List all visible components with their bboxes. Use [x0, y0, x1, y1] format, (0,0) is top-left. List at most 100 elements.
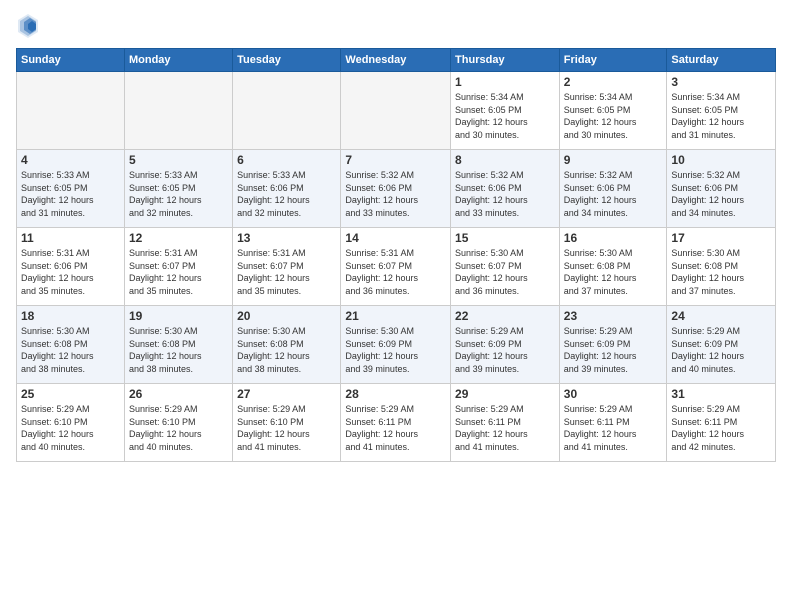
- calendar-cell: 18 Sunrise: 5:30 AM Sunset: 6:08 PM Dayli…: [17, 306, 125, 384]
- day-number: 30: [564, 387, 663, 401]
- calendar-header-thursday: Thursday: [451, 49, 560, 72]
- day-number: 24: [671, 309, 771, 323]
- calendar-week-row: 4 Sunrise: 5:33 AM Sunset: 6:05 PM Daylig…: [17, 150, 776, 228]
- day-info: Sunrise: 5:34 AM Sunset: 6:05 PM Dayligh…: [671, 91, 771, 141]
- calendar-cell: [233, 72, 341, 150]
- day-number: 29: [455, 387, 555, 401]
- day-info: Sunrise: 5:29 AM Sunset: 6:09 PM Dayligh…: [455, 325, 555, 375]
- calendar-cell: 8 Sunrise: 5:32 AM Sunset: 6:06 PM Daylig…: [451, 150, 560, 228]
- calendar-cell: 1 Sunrise: 5:34 AM Sunset: 6:05 PM Daylig…: [451, 72, 560, 150]
- calendar-cell: 30Sunrise: 5:29 AM Sunset: 6:11 PM Dayli…: [559, 384, 667, 462]
- calendar-header-saturday: Saturday: [667, 49, 776, 72]
- day-number: 19: [129, 309, 228, 323]
- day-number: 4: [21, 153, 120, 167]
- day-info: Sunrise: 5:29 AM Sunset: 6:09 PM Dayligh…: [671, 325, 771, 375]
- calendar-cell: 22 Sunrise: 5:29 AM Sunset: 6:09 PM Dayli…: [451, 306, 560, 384]
- day-number: 21: [345, 309, 446, 323]
- calendar-cell: [17, 72, 125, 150]
- day-info: Sunrise: 5:29 AM Sunset: 6:11 PM Dayligh…: [455, 403, 555, 453]
- calendar-cell: 14Sunrise: 5:31 AM Sunset: 6:07 PM Dayli…: [341, 228, 451, 306]
- calendar-week-row: 11 Sunrise: 5:31 AM Sunset: 6:06 PM Dayli…: [17, 228, 776, 306]
- day-info: Sunrise: 5:30 AM Sunset: 6:08 PM Dayligh…: [21, 325, 120, 375]
- calendar-cell: 12 Sunrise: 5:31 AM Sunset: 6:07 PM Dayli…: [124, 228, 232, 306]
- day-info: Sunrise: 5:32 AM Sunset: 6:06 PM Dayligh…: [345, 169, 446, 219]
- day-number: 13: [237, 231, 336, 245]
- day-info: Sunrise: 5:29 AM Sunset: 6:11 PM Dayligh…: [345, 403, 446, 453]
- day-number: 15: [455, 231, 555, 245]
- calendar-cell: 13 Sunrise: 5:31 AM Sunset: 6:07 PM Dayli…: [233, 228, 341, 306]
- page: SundayMondayTuesdayWednesdayThursdayFrid…: [0, 0, 792, 612]
- day-number: 27: [237, 387, 336, 401]
- calendar-header-row: SundayMondayTuesdayWednesdayThursdayFrid…: [17, 49, 776, 72]
- day-number: 8: [455, 153, 555, 167]
- calendar-cell: 23Sunrise: 5:29 AM Sunset: 6:09 PM Dayli…: [559, 306, 667, 384]
- day-info: Sunrise: 5:31 AM Sunset: 6:06 PM Dayligh…: [21, 247, 120, 297]
- day-info: Sunrise: 5:30 AM Sunset: 6:08 PM Dayligh…: [564, 247, 663, 297]
- calendar-cell: 20 Sunrise: 5:30 AM Sunset: 6:08 PM Dayli…: [233, 306, 341, 384]
- calendar-cell: 11 Sunrise: 5:31 AM Sunset: 6:06 PM Dayli…: [17, 228, 125, 306]
- day-number: 11: [21, 231, 120, 245]
- day-info: Sunrise: 5:32 AM Sunset: 6:06 PM Dayligh…: [564, 169, 663, 219]
- day-number: 7: [345, 153, 446, 167]
- day-number: 17: [671, 231, 771, 245]
- day-info: Sunrise: 5:31 AM Sunset: 6:07 PM Dayligh…: [129, 247, 228, 297]
- calendar-cell: 3 Sunrise: 5:34 AM Sunset: 6:05 PM Daylig…: [667, 72, 776, 150]
- day-info: Sunrise: 5:34 AM Sunset: 6:05 PM Dayligh…: [564, 91, 663, 141]
- day-info: Sunrise: 5:31 AM Sunset: 6:07 PM Dayligh…: [345, 247, 446, 297]
- calendar-cell: [341, 72, 451, 150]
- calendar-cell: 24 Sunrise: 5:29 AM Sunset: 6:09 PM Dayli…: [667, 306, 776, 384]
- calendar-cell: 10Sunrise: 5:32 AM Sunset: 6:06 PM Dayli…: [667, 150, 776, 228]
- logo-icon: [16, 12, 40, 40]
- calendar-cell: 26Sunrise: 5:29 AM Sunset: 6:10 PM Dayli…: [124, 384, 232, 462]
- day-info: Sunrise: 5:33 AM Sunset: 6:05 PM Dayligh…: [21, 169, 120, 219]
- calendar-cell: 27 Sunrise: 5:29 AM Sunset: 6:10 PM Dayli…: [233, 384, 341, 462]
- calendar-week-row: 18 Sunrise: 5:30 AM Sunset: 6:08 PM Dayli…: [17, 306, 776, 384]
- day-info: Sunrise: 5:32 AM Sunset: 6:06 PM Dayligh…: [455, 169, 555, 219]
- day-info: Sunrise: 5:29 AM Sunset: 6:10 PM Dayligh…: [237, 403, 336, 453]
- day-info: Sunrise: 5:33 AM Sunset: 6:06 PM Dayligh…: [237, 169, 336, 219]
- calendar-cell: 19Sunrise: 5:30 AM Sunset: 6:08 PM Dayli…: [124, 306, 232, 384]
- calendar-cell: [124, 72, 232, 150]
- calendar-cell: 17 Sunrise: 5:30 AM Sunset: 6:08 PM Dayli…: [667, 228, 776, 306]
- day-number: 22: [455, 309, 555, 323]
- calendar: SundayMondayTuesdayWednesdayThursdayFrid…: [16, 48, 776, 462]
- day-number: 26: [129, 387, 228, 401]
- day-number: 18: [21, 309, 120, 323]
- day-info: Sunrise: 5:34 AM Sunset: 6:05 PM Dayligh…: [455, 91, 555, 141]
- day-number: 3: [671, 75, 771, 89]
- day-info: Sunrise: 5:33 AM Sunset: 6:05 PM Dayligh…: [129, 169, 228, 219]
- header: [16, 12, 776, 40]
- day-number: 20: [237, 309, 336, 323]
- day-number: 5: [129, 153, 228, 167]
- day-info: Sunrise: 5:31 AM Sunset: 6:07 PM Dayligh…: [237, 247, 336, 297]
- day-info: Sunrise: 5:29 AM Sunset: 6:09 PM Dayligh…: [564, 325, 663, 375]
- day-number: 12: [129, 231, 228, 245]
- calendar-week-row: 1 Sunrise: 5:34 AM Sunset: 6:05 PM Daylig…: [17, 72, 776, 150]
- day-number: 16: [564, 231, 663, 245]
- calendar-cell: 2 Sunrise: 5:34 AM Sunset: 6:05 PM Daylig…: [559, 72, 667, 150]
- day-number: 2: [564, 75, 663, 89]
- calendar-cell: 4 Sunrise: 5:33 AM Sunset: 6:05 PM Daylig…: [17, 150, 125, 228]
- calendar-cell: 16 Sunrise: 5:30 AM Sunset: 6:08 PM Dayli…: [559, 228, 667, 306]
- calendar-cell: 15 Sunrise: 5:30 AM Sunset: 6:07 PM Dayli…: [451, 228, 560, 306]
- calendar-cell: 5 Sunrise: 5:33 AM Sunset: 6:05 PM Daylig…: [124, 150, 232, 228]
- calendar-cell: 29 Sunrise: 5:29 AM Sunset: 6:11 PM Dayli…: [451, 384, 560, 462]
- calendar-cell: 31Sunrise: 5:29 AM Sunset: 6:11 PM Dayli…: [667, 384, 776, 462]
- calendar-header-friday: Friday: [559, 49, 667, 72]
- day-number: 1: [455, 75, 555, 89]
- calendar-header-wednesday: Wednesday: [341, 49, 451, 72]
- calendar-week-row: 25 Sunrise: 5:29 AM Sunset: 6:10 PM Dayli…: [17, 384, 776, 462]
- logo: [16, 12, 44, 40]
- calendar-header-monday: Monday: [124, 49, 232, 72]
- day-info: Sunrise: 5:30 AM Sunset: 6:07 PM Dayligh…: [455, 247, 555, 297]
- day-number: 6: [237, 153, 336, 167]
- day-number: 31: [671, 387, 771, 401]
- calendar-header-tuesday: Tuesday: [233, 49, 341, 72]
- day-number: 28: [345, 387, 446, 401]
- day-number: 25: [21, 387, 120, 401]
- day-info: Sunrise: 5:30 AM Sunset: 6:08 PM Dayligh…: [237, 325, 336, 375]
- day-info: Sunrise: 5:30 AM Sunset: 6:08 PM Dayligh…: [671, 247, 771, 297]
- day-info: Sunrise: 5:32 AM Sunset: 6:06 PM Dayligh…: [671, 169, 771, 219]
- calendar-cell: 6 Sunrise: 5:33 AM Sunset: 6:06 PM Daylig…: [233, 150, 341, 228]
- calendar-cell: 9Sunrise: 5:32 AM Sunset: 6:06 PM Daylig…: [559, 150, 667, 228]
